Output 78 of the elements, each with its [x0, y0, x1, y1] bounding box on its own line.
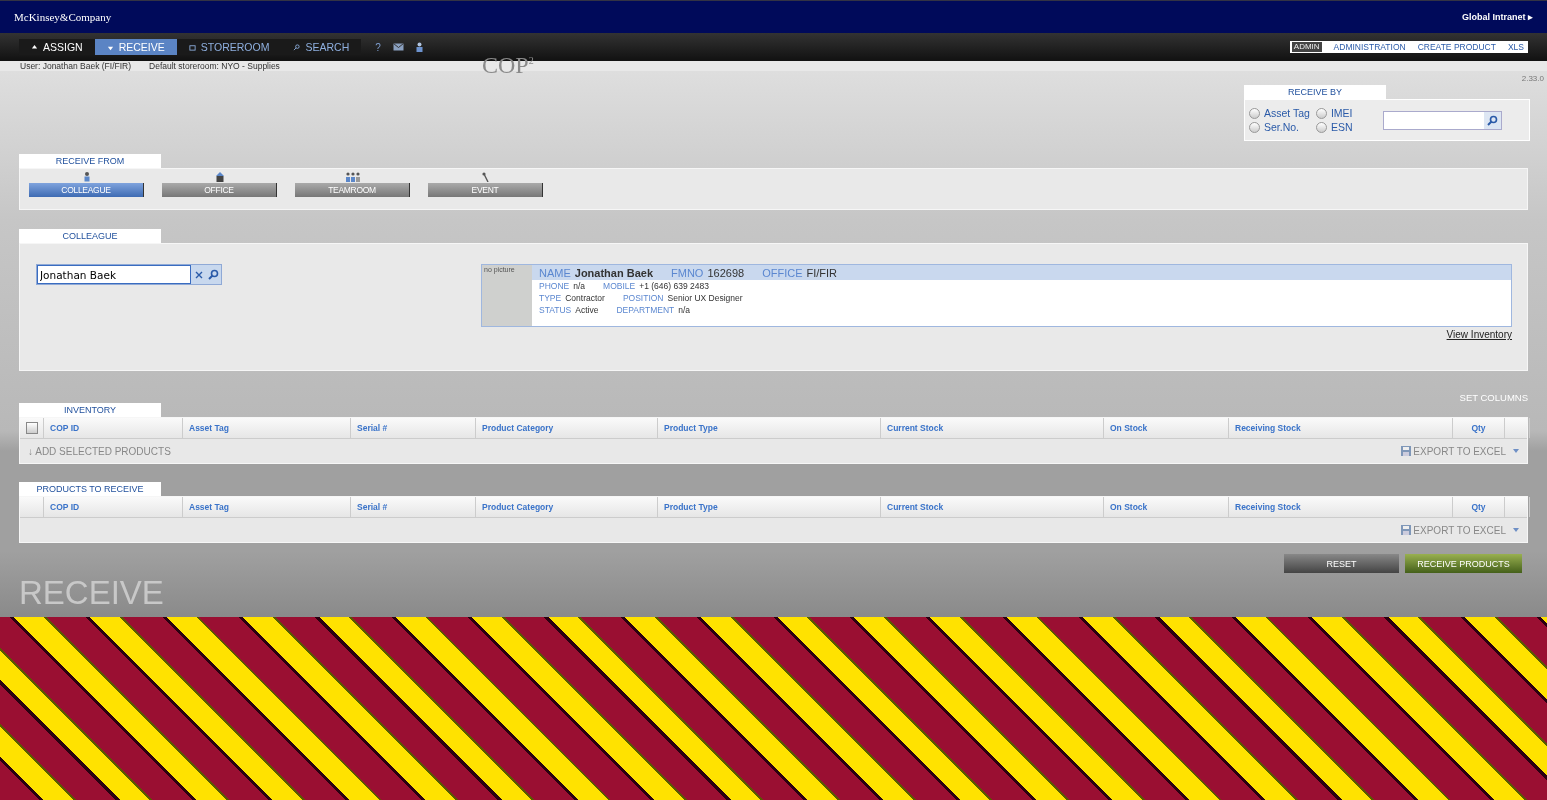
column-header[interactable]: Asset Tag — [183, 497, 351, 517]
column-header[interactable]: Serial # — [351, 497, 476, 517]
user-label: User: Jonathan Baek (FI/FIR) — [20, 61, 131, 71]
export-link[interactable]: EXPORT TO EXCEL — [1401, 445, 1519, 457]
help-link[interactable]: ? — [375, 41, 381, 53]
field-label: PHONE — [539, 281, 570, 291]
field-value: +1 (646) 639 2483 — [639, 281, 709, 291]
global-intranet-link[interactable]: Global Intranet ▸ — [1462, 12, 1533, 22]
field-label: NAME — [539, 266, 571, 279]
source-button[interactable]: COLLEAGUE — [29, 183, 144, 197]
field-label: MOBILE — [603, 281, 636, 291]
admin-link[interactable]: ADMINISTRATION — [1333, 42, 1406, 52]
field-label: FMNO — [671, 266, 704, 279]
admin-badge: ADMIN — [1291, 42, 1322, 52]
nav-tab[interactable]: RECEIVE — [94, 39, 177, 55]
field-label: STATUS — [539, 305, 572, 315]
storeroom-label: Default storeroom: NYO - Supplies — [149, 61, 280, 71]
company-logo: McKinsey&Company — [14, 11, 112, 23]
search-field[interactable] — [1382, 110, 1502, 130]
mail-icon[interactable] — [392, 43, 404, 51]
column-header[interactable]: Asset Tag — [183, 418, 351, 438]
export-link[interactable]: EXPORT TO EXCEL — [1401, 524, 1519, 536]
field-label: POSITION — [622, 293, 664, 303]
box-icon — [188, 43, 196, 51]
radio-option[interactable]: Asset Tag — [1249, 107, 1310, 119]
field-label: OFFICE — [762, 266, 803, 279]
column-header[interactable]: Product Category — [476, 418, 658, 438]
save-icon — [1401, 525, 1412, 535]
field-value: n/a — [573, 281, 586, 291]
admin-link[interactable]: XLS — [1507, 42, 1524, 52]
receive-button[interactable]: RECEIVE PRODUCTS — [1405, 554, 1522, 573]
column-header[interactable]: COP ID — [44, 497, 183, 517]
column-header[interactable]: Receiving Stock — [1229, 497, 1453, 517]
radio-option[interactable]: ESN — [1315, 121, 1353, 133]
column-header[interactable]: Qty — [1453, 418, 1505, 438]
field-label: DEPARTMENT — [616, 305, 675, 315]
nav-tab[interactable]: STOREROOM — [176, 39, 282, 55]
add-selected-link[interactable]: ↓ ADD SELECTED PRODUCTS — [28, 445, 171, 457]
field-value: Contractor — [565, 293, 605, 303]
radio-option[interactable]: Ser.No. — [1249, 121, 1310, 133]
column-header[interactable]: Serial # — [351, 418, 476, 438]
source-button[interactable]: TEAMROOM — [295, 183, 410, 197]
column-header[interactable]: COP ID — [44, 418, 183, 438]
nav-tab[interactable]: ASSIGN — [19, 39, 95, 55]
column-header[interactable]: Product Category — [476, 497, 658, 517]
column-header[interactable]: Receiving Stock — [1229, 418, 1453, 438]
field-value: n/a — [678, 305, 691, 315]
column-header[interactable]: Product Type — [658, 497, 881, 517]
page-title: RECEIVE — [19, 577, 165, 609]
user-icon[interactable] — [415, 42, 423, 52]
checkbox[interactable] — [26, 422, 38, 434]
caret-icon — [1513, 528, 1519, 532]
nav-tab[interactable]: SEARCH — [281, 39, 362, 55]
column-header[interactable]: Qty — [1453, 497, 1505, 517]
colleague-search-field[interactable]: Jonathan Baek — [36, 264, 222, 285]
column-header[interactable]: Current Stock — [881, 418, 1104, 438]
column-header[interactable]: Current Stock — [881, 497, 1104, 517]
admin-link[interactable]: CREATE PRODUCT — [1417, 42, 1496, 52]
save-icon — [1401, 446, 1412, 456]
field-value: 162698 — [707, 266, 745, 279]
view-inventory-link[interactable]: View Inventory — [1446, 329, 1512, 340]
caret-icon — [1513, 449, 1519, 453]
column-header[interactable]: On Stock — [1104, 418, 1229, 438]
radio-option[interactable]: IMEI — [1315, 107, 1353, 119]
source-button[interactable]: OFFICE — [162, 183, 277, 197]
column-header[interactable]: On Stock — [1104, 497, 1229, 517]
group-icon — [344, 172, 361, 182]
field-value: Active — [575, 305, 599, 315]
field-value: Jonathan Baek — [574, 266, 654, 279]
field-value: Senior UX Designer — [667, 293, 743, 303]
field-value: FI/FIR — [806, 266, 838, 279]
source-button[interactable]: EVENT — [428, 183, 543, 197]
reset-button[interactable]: RESET — [1284, 554, 1399, 573]
version-label: 2.33.0 — [1521, 73, 1544, 83]
up-arrow-icon — [31, 43, 38, 51]
column-header[interactable]: Product Type — [658, 418, 881, 438]
field-label: TYPE — [539, 293, 562, 303]
search-icon — [293, 43, 301, 51]
